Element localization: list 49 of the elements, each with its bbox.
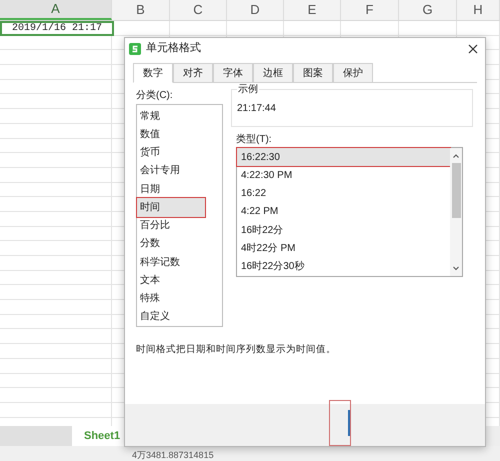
status-text: 4万3481.887314815 <box>132 450 214 461</box>
type-item[interactable]: 4:22 PM <box>237 202 450 222</box>
sample-label: 示例 <box>237 84 259 96</box>
dialog-tab[interactable]: 对齐 <box>173 63 213 83</box>
column-header[interactable]: C <box>170 0 227 20</box>
active-cell[interactable]: 2019/1/16 21:17 <box>0 21 114 36</box>
column-header[interactable]: B <box>112 0 170 20</box>
type-item[interactable]: 16时22分 <box>237 221 450 240</box>
type-item[interactable]: 16:22 <box>237 184 450 203</box>
button-edge[interactable] <box>348 410 350 436</box>
sheet-nav-bar <box>0 426 72 446</box>
category-item[interactable]: 特殊 <box>137 290 222 308</box>
column-header[interactable]: E <box>284 0 341 20</box>
category-item[interactable]: 货币 <box>137 144 222 162</box>
column-header[interactable]: H <box>457 0 500 20</box>
close-icon <box>468 44 478 54</box>
description-text: 时间格式把日期和时间序列数显示为时间值。 <box>135 343 337 357</box>
category-item[interactable]: 科学记数 <box>137 253 222 272</box>
category-item[interactable]: 自定义 <box>137 308 222 326</box>
category-item[interactable]: 常规 <box>137 107 222 126</box>
dialog-tab[interactable]: 保护 <box>333 63 373 83</box>
type-item[interactable]: 16:22:30 <box>237 148 450 166</box>
scroll-thumb[interactable] <box>452 163 460 218</box>
category-item[interactable]: 会计专用 <box>137 162 222 180</box>
category-item[interactable]: 文本 <box>137 271 222 290</box>
dialog-tab[interactable]: 字体 <box>213 63 253 83</box>
type-item[interactable]: 4:22:30 PM <box>237 166 450 185</box>
category-item[interactable]: 百分比 <box>137 216 222 235</box>
category-item[interactable]: 日期 <box>137 180 222 198</box>
scroll-up-icon <box>452 152 460 160</box>
dialog-tab[interactable]: 边框 <box>253 63 293 83</box>
category-label: 分类(C): <box>136 89 174 103</box>
column-header[interactable]: G <box>399 0 457 20</box>
type-label: 类型(T): <box>236 133 273 147</box>
category-item[interactable]: 时间 <box>137 198 205 216</box>
scroll-down-icon <box>452 264 460 272</box>
dialog-tab[interactable]: 数字 <box>133 63 173 83</box>
dialog-tab[interactable]: 图案 <box>293 63 333 83</box>
type-item[interactable]: 4时22分 PM <box>237 239 450 258</box>
column-header[interactable]: F <box>341 0 399 20</box>
sample-value: 21:17:44 <box>237 102 277 116</box>
scrollbar[interactable] <box>450 148 462 276</box>
dialog-title: 单元格格式 <box>146 41 202 56</box>
category-item[interactable]: 数值 <box>137 125 222 144</box>
column-header[interactable]: D <box>227 0 284 20</box>
column-header[interactable]: A <box>0 0 112 20</box>
category-item[interactable]: 分数 <box>137 234 222 253</box>
type-item[interactable]: 16时22分30秒 <box>237 258 450 276</box>
app-logo-icon <box>129 42 141 54</box>
